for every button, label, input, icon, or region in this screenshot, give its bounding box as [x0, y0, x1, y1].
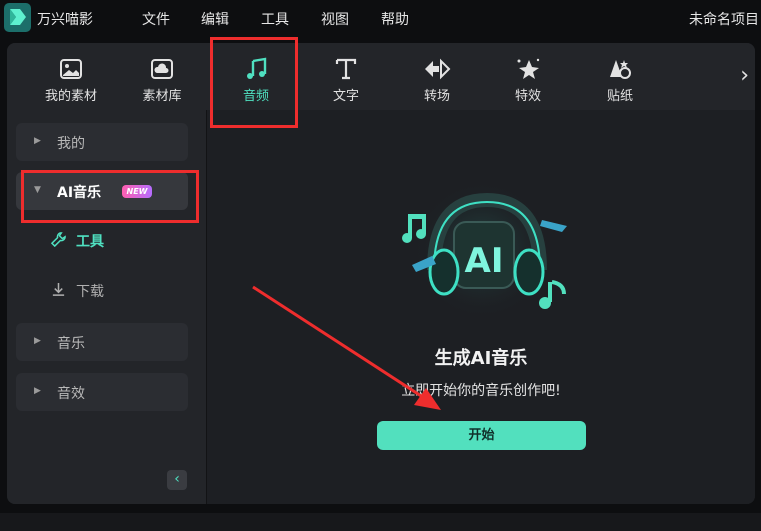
sticker-icon [606, 56, 634, 82]
caret-right-icon: ▶ [34, 136, 41, 146]
tab-toolbar: 我的素材 素材库 音频 文字 转场 特效 贴纸 › [7, 43, 755, 110]
tab-library[interactable]: 素材库 [133, 43, 191, 110]
caret-right-icon: ▶ [34, 336, 41, 346]
project-name[interactable]: 未命名项目 [689, 9, 759, 29]
start-button[interactable]: 开始 [377, 421, 586, 450]
menu-file[interactable]: 文件 [142, 9, 170, 29]
hero-ai-text: AI [465, 241, 504, 281]
tab-label: 转场 [423, 89, 450, 104]
highlight-box-ai-music [21, 170, 199, 223]
image-icon [57, 56, 85, 82]
ai-headphones-illustration: AI [402, 180, 567, 320]
tab-label: 文字 [332, 89, 359, 104]
sidebar-subitem-download[interactable]: 下载 [51, 281, 104, 301]
collapse-sidebar-button[interactable]: ‹ [167, 470, 187, 490]
menu-view[interactable]: 视图 [321, 9, 349, 29]
menu-bar: 万兴喵影 文件 编辑 工具 视图 帮助 未命名项目 [0, 0, 761, 36]
sidebar-item-mine[interactable]: ▶ 我的 [16, 123, 188, 161]
tab-transitions[interactable]: 转场 [413, 43, 461, 110]
caret-right-icon: ▶ [34, 386, 41, 396]
sidebar-subitem-tools[interactable]: 工具 [50, 231, 104, 251]
tab-text[interactable]: 文字 [322, 43, 370, 110]
menu-tools[interactable]: 工具 [261, 9, 289, 29]
sparkle-star-icon [514, 56, 542, 82]
tab-label: 特效 [514, 89, 541, 104]
menu-help[interactable]: 帮助 [381, 9, 409, 29]
media-panel: 我的素材 素材库 音频 文字 转场 特效 贴纸 › ▶ 我的 ▼ AI音乐 NE… [7, 43, 755, 504]
cloud-icon [148, 56, 176, 82]
ai-music-content: AI 生成AI音乐 立即开始你的音乐创作吧! 开始 [207, 110, 755, 504]
wrench-icon [50, 231, 66, 251]
highlight-box-audio-tab [210, 37, 298, 128]
sidebar-subitem-label: 下载 [76, 284, 104, 300]
sidebar-subitem-label: 工具 [76, 234, 104, 250]
sidebar-item-label: 我的 [57, 136, 85, 152]
chevron-right-icon[interactable]: › [740, 63, 749, 88]
sidebar-item-label: 音乐 [57, 336, 85, 352]
tab-label: 素材库 [142, 89, 182, 104]
tab-label: 我的素材 [44, 89, 97, 104]
app-name: 万兴喵影 [37, 12, 93, 28]
sidebar-item-music[interactable]: ▶ 音乐 [16, 323, 188, 361]
generate-ai-music-title: 生成AI音乐 [434, 348, 528, 369]
sidebar-item-sound-effects[interactable]: ▶ 音效 [16, 373, 188, 411]
download-icon [51, 282, 66, 301]
tab-stickers[interactable]: 贴纸 [596, 43, 644, 110]
text-icon [332, 56, 360, 82]
sidebar-item-label: 音效 [57, 386, 85, 402]
menu-edit[interactable]: 编辑 [201, 9, 229, 29]
generate-ai-music-subtitle: 立即开始你的音乐创作吧! [401, 383, 561, 399]
tab-label: 贴纸 [606, 89, 633, 104]
app-logo-icon [4, 3, 31, 32]
tab-effects[interactable]: 特效 [504, 43, 552, 110]
transition-icon [423, 56, 451, 82]
timeline-toolbar-edge [0, 513, 761, 531]
tab-my-materials[interactable]: 我的素材 [35, 43, 107, 110]
